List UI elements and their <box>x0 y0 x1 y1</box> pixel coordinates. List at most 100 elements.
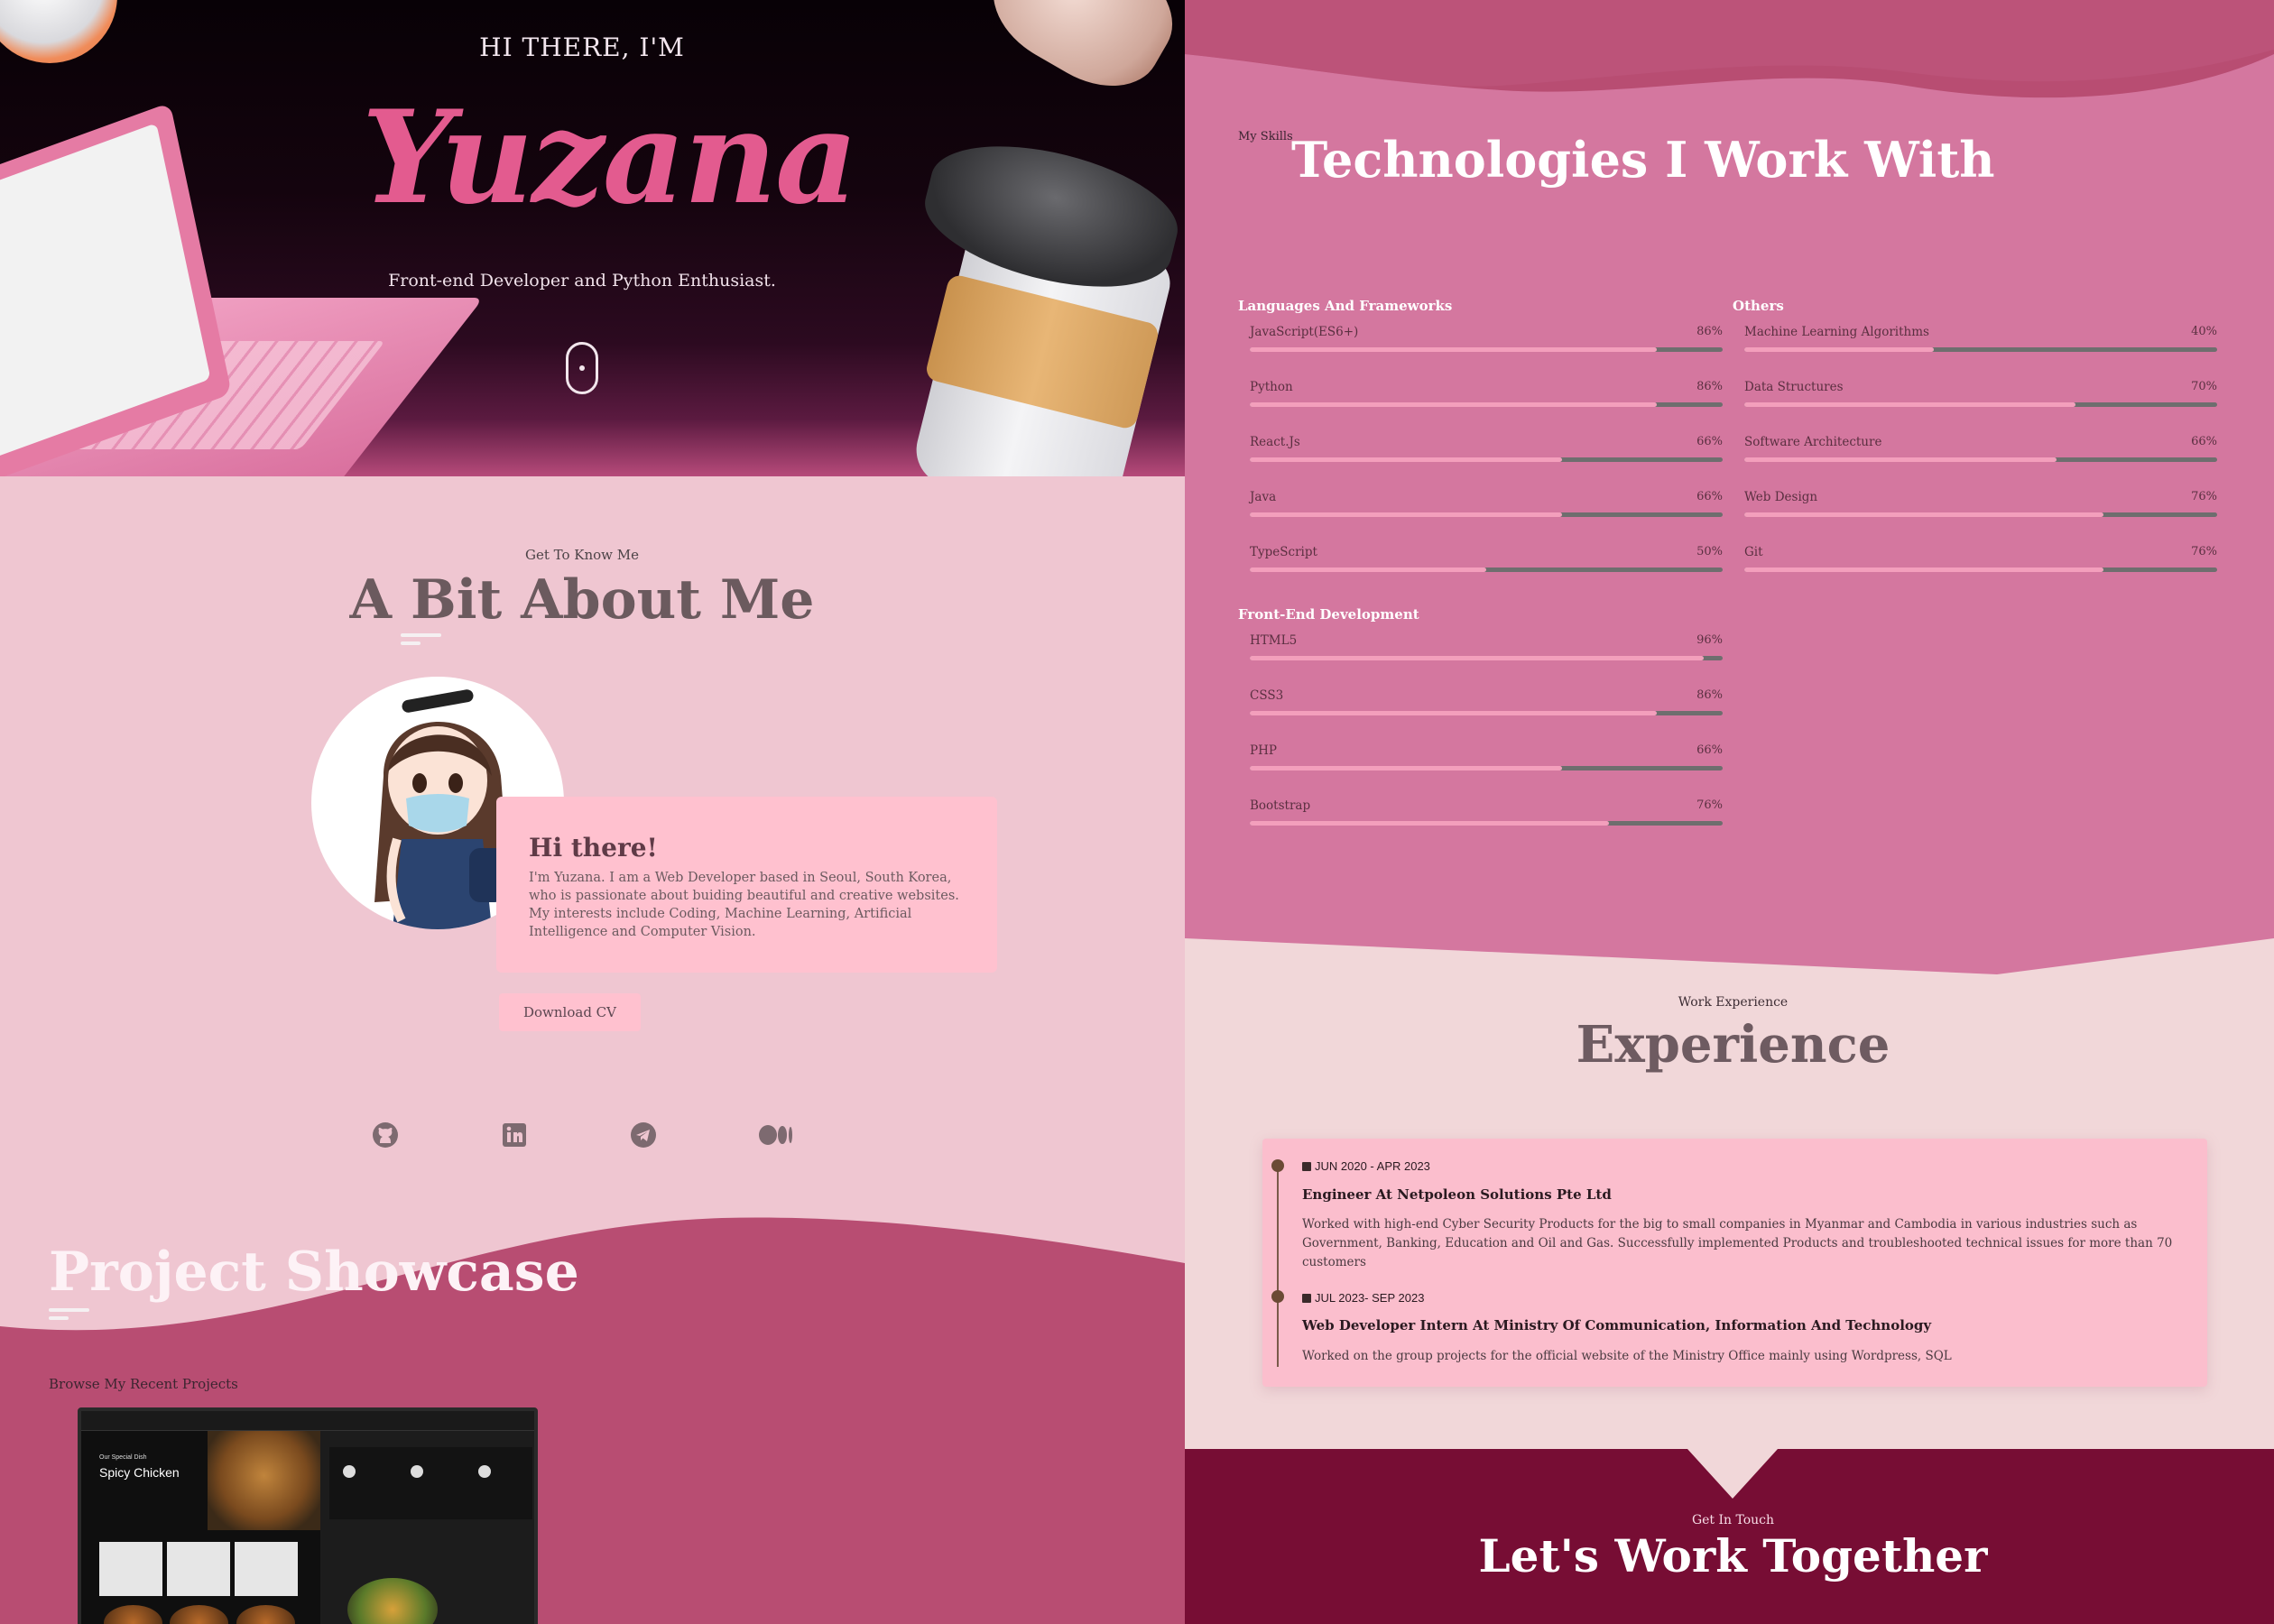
about-card-title: Hi there! <box>529 833 658 863</box>
about-title: A Bit About Me <box>349 568 815 632</box>
skill-percent: 40% <box>2191 325 2217 338</box>
skill-name: Java <box>1250 490 1277 504</box>
skill-track <box>1744 567 2217 572</box>
skill-bar: Data Structures 70% <box>1744 380 2217 416</box>
about-eyebrow: Get To Know Me <box>524 547 640 563</box>
skill-track <box>1744 402 2217 407</box>
skill-track <box>1250 821 1723 826</box>
project-preview-image[interactable]: Our Special Dish Spicy Chicken <box>78 1407 538 1624</box>
skill-track <box>1250 512 1723 517</box>
about-title-underline-short <box>401 641 421 645</box>
skill-fill <box>1250 711 1657 715</box>
hero-section: HI THERE, I'M Yuzana Front-end Developer… <box>0 0 1185 476</box>
skill-percent: 76% <box>1696 798 1723 812</box>
project-title-underline-short <box>49 1316 69 1320</box>
skill-bar: HTML5 96% <box>1250 633 1723 669</box>
left-panel: HI THERE, I'M Yuzana Front-end Developer… <box>0 0 1185 1624</box>
preview-heading: Spicy Chicken <box>99 1465 180 1480</box>
contact-eyebrow: Get In Touch <box>1691 1513 1775 1527</box>
skill-bar: Git 76% <box>1744 545 2217 581</box>
skill-track <box>1744 347 2217 352</box>
calendar-icon <box>1302 1162 1311 1171</box>
calendar-icon <box>1302 1294 1311 1303</box>
preview-card <box>235 1542 298 1596</box>
skill-percent: 66% <box>1696 490 1723 503</box>
skill-track <box>1250 766 1723 770</box>
skill-name: Git <box>1744 545 1763 559</box>
skill-name: React.Js <box>1250 435 1300 449</box>
preview-topbar <box>81 1411 534 1431</box>
skill-percent: 86% <box>1696 325 1723 338</box>
skill-fill <box>1250 512 1562 517</box>
skill-percent: 76% <box>2191 545 2217 558</box>
skill-name: CSS3 <box>1250 688 1284 703</box>
preview-food-image <box>208 1431 320 1530</box>
skill-track <box>1250 347 1723 352</box>
skill-fill <box>1744 567 2104 572</box>
preview-avatar <box>478 1465 491 1478</box>
experience-date: JUN 2020 - APR 2023 <box>1302 1159 1430 1173</box>
skill-group-title: Front-End Development <box>1238 606 1419 623</box>
skill-percent: 66% <box>2191 435 2217 448</box>
preview-avatar <box>343 1465 356 1478</box>
preview-label: Our Special Dish <box>99 1454 147 1461</box>
telegram-icon[interactable] <box>629 1121 658 1149</box>
skill-fill <box>1250 766 1562 770</box>
skill-name: HTML5 <box>1250 633 1298 648</box>
about-intro-card: Hi there! I'm Yuzana. I am a Web Develop… <box>496 797 997 973</box>
skill-fill <box>1250 402 1657 407</box>
skill-fill <box>1744 512 2104 517</box>
skill-fill <box>1250 457 1562 462</box>
github-icon[interactable] <box>371 1121 400 1149</box>
skill-bar: Bootstrap 76% <box>1250 798 1723 835</box>
skill-fill <box>1250 821 1610 826</box>
experience-description: Worked with high-end Cyber Security Prod… <box>1302 1217 2173 1269</box>
preview-card <box>99 1542 162 1596</box>
timeline-line <box>1277 1164 1279 1367</box>
skill-bar: PHP 66% <box>1250 743 1723 780</box>
skill-percent: 86% <box>1696 688 1723 702</box>
skill-percent: 70% <box>2191 380 2217 393</box>
skill-percent: 86% <box>1696 380 1723 393</box>
skill-percent: 50% <box>1696 545 1723 558</box>
skill-group-title: Languages And Frameworks <box>1238 298 1453 314</box>
skill-name: PHP <box>1250 743 1277 758</box>
skills-title: Technologies I Work With <box>1291 131 1995 189</box>
right-panel: My Skills Technologies I Work With Langu… <box>1185 0 2274 1624</box>
skill-fill <box>1744 402 2075 407</box>
medium-icon[interactable] <box>758 1121 794 1149</box>
skill-bar: Machine Learning Algorithms 40% <box>1744 325 2217 361</box>
skill-name: Software Architecture <box>1744 435 1882 449</box>
skill-name: Bootstrap <box>1250 798 1311 813</box>
experience-description: Worked on the group projects for the off… <box>1302 1349 1952 1363</box>
skill-name: TypeScript <box>1250 545 1317 559</box>
download-cv-button[interactable]: Download CV <box>499 993 641 1031</box>
skill-fill <box>1744 457 2057 462</box>
skill-bar: React.Js 66% <box>1250 435 1723 471</box>
experience-role: Web Developer Intern At Ministry Of Comm… <box>1302 1317 1932 1333</box>
skill-bar: Java 66% <box>1250 490 1723 526</box>
skill-track <box>1744 512 2217 517</box>
skill-track <box>1744 457 2217 462</box>
experience-eyebrow: Work Experience <box>1678 995 1789 1010</box>
skill-fill <box>1250 656 1705 660</box>
about-title-underline <box>401 633 441 637</box>
skill-name: JavaScript(ES6+) <box>1250 325 1359 339</box>
contact-title: Let's Work Together <box>1478 1529 1988 1582</box>
scroll-down-icon[interactable] <box>566 342 598 394</box>
skill-name: Data Structures <box>1744 380 1844 394</box>
preview-card <box>167 1542 230 1596</box>
project-title-underline <box>49 1308 89 1312</box>
skill-track <box>1250 567 1723 572</box>
skills-eyebrow: My Skills <box>1238 130 1293 143</box>
hero-subtitle: Front-end Developer and Python Enthusias… <box>388 271 776 291</box>
skill-bar: TypeScript 50% <box>1250 545 1723 581</box>
experience-date: JUL 2023- SEP 2023 <box>1302 1291 1424 1305</box>
skill-percent: 66% <box>1696 743 1723 757</box>
skill-name: Machine Learning Algorithms <box>1744 325 1929 339</box>
project-title: Project Showcase <box>49 1241 579 1304</box>
experience-role: Engineer At Netpoleon Solutions Pte Ltd <box>1302 1186 1612 1203</box>
experience-title: Experience <box>1576 1015 1890 1075</box>
experience-date-text: JUL 2023- SEP 2023 <box>1315 1291 1425 1305</box>
linkedin-icon[interactable] <box>500 1121 529 1149</box>
